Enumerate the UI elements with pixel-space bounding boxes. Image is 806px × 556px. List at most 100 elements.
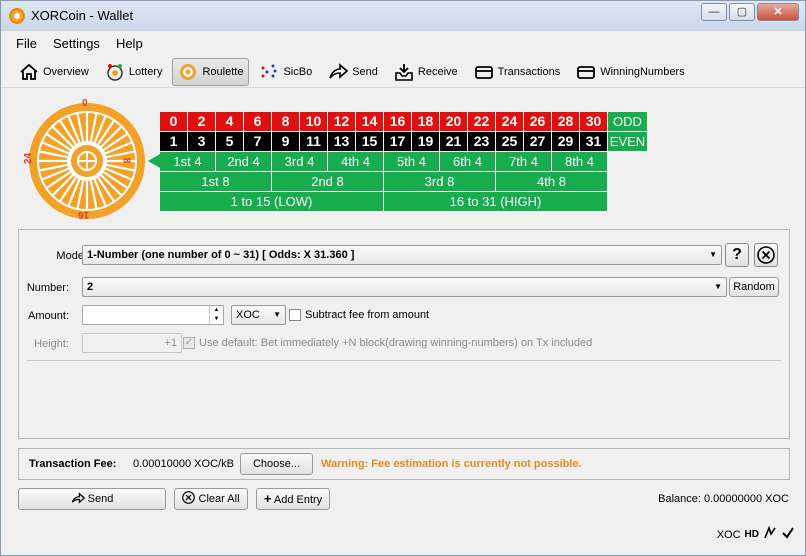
bet-number-cell[interactable]: 16 (384, 112, 411, 131)
bet-eighth-cell[interactable]: 4th 8 (496, 172, 607, 191)
bet-odd-cell[interactable]: ODD (608, 112, 647, 131)
status-unit[interactable]: XOC (717, 529, 741, 541)
bet-number-cell[interactable]: 2 (188, 112, 215, 131)
bet-even-cell[interactable]: EVEN (608, 132, 647, 151)
bet-fourth-cell[interactable]: 8th 4 (552, 152, 607, 171)
clear-all-button[interactable]: Clear All (174, 488, 248, 510)
clear-row-button[interactable] (754, 243, 778, 267)
bet-number-cell[interactable]: 7 (244, 132, 271, 151)
bet-number-cell[interactable]: 13 (328, 132, 355, 151)
balance-value: 0.00000000 XOC (703, 493, 789, 505)
menu-file[interactable]: File (16, 36, 37, 51)
bet-number-cell[interactable]: 17 (384, 132, 411, 151)
bet-number-cell[interactable]: 8 (272, 112, 299, 131)
bet-number-cell[interactable]: 22 (468, 112, 495, 131)
bet-form-panel: Mode: 1-Number (one number of 0 ~ 31) [ … (18, 229, 790, 439)
bet-number-cell[interactable]: 1 (160, 132, 187, 151)
tab-lottery[interactable]: Lottery (99, 58, 169, 86)
lottery-icon (105, 62, 125, 82)
mode-label: Mode: (56, 250, 87, 262)
bet-number-cell[interactable]: 18 (412, 112, 439, 131)
number-select[interactable]: 2 ▼ (82, 277, 727, 297)
bet-number-cell[interactable]: 30 (580, 112, 607, 131)
bet-number-cell[interactable]: 3 (188, 132, 215, 151)
bet-half-cell[interactable]: 16 to 31 (HIGH) (384, 192, 607, 211)
number-label: Number: (26, 282, 69, 294)
winning-numbers-icon (576, 62, 596, 82)
amount-input[interactable]: ▲ ▼ (82, 305, 224, 325)
add-entry-button[interactable]: + Add Entry (256, 488, 330, 510)
bet-eighth-cell[interactable]: 3rd 8 (384, 172, 495, 191)
bet-fourth-cell[interactable]: 3rd 4 (272, 152, 327, 171)
choose-fee-button[interactable]: Choose... (240, 453, 313, 475)
maximize-button[interactable]: ▢ (729, 3, 755, 21)
menu-settings[interactable]: Settings (53, 36, 100, 51)
mode-select[interactable]: 1-Number (one number of 0 ~ 31) [ Odds: … (82, 245, 722, 265)
bet-number-cell[interactable]: 4 (216, 112, 243, 131)
close-button[interactable]: ✕ (757, 3, 799, 21)
spinner-icon[interactable]: ▲ ▼ (209, 306, 223, 324)
bet-fourth-cell[interactable]: 2nd 4 (216, 152, 271, 171)
unit-select[interactable]: XOC ▼ (231, 305, 286, 325)
balance: Balance: 0.00000000 XOC (658, 493, 789, 505)
tab-overview[interactable]: Overview (13, 58, 95, 86)
random-button[interactable]: Random (729, 277, 779, 297)
bet-number-cell[interactable]: 25 (496, 132, 523, 151)
bet-number-cell[interactable]: 14 (356, 112, 383, 131)
bet-number-cell[interactable]: 6 (244, 112, 271, 131)
tab-receive[interactable]: Receive (388, 58, 464, 86)
bet-eighth-cell[interactable]: 2nd 8 (272, 172, 383, 191)
bet-number-cell[interactable]: 11 (300, 132, 327, 151)
even-numbers-row: 0 2 4 6 8 10 12 14 16 18 20 22 24 26 28 30 ODD (160, 112, 648, 131)
bet-number-cell[interactable]: 19 (412, 132, 439, 151)
transactions-icon (474, 62, 494, 82)
divider (27, 360, 781, 361)
wallet-window: XORCoin - Wallet — ▢ ✕ File Settings Hel… (0, 0, 806, 556)
height-input[interactable]: +1 (82, 333, 182, 353)
tab-transactions[interactable]: Transactions (468, 58, 567, 86)
bet-number-cell[interactable]: 15 (356, 132, 383, 151)
bet-number-cell[interactable]: 0 (160, 112, 187, 131)
fee-value: 0.00010000 XOC/kB (133, 458, 234, 470)
wheel-label-bottom: 16 (78, 209, 90, 220)
bet-fourth-cell[interactable]: 4th 4 (328, 152, 383, 171)
toolbar: Overview Lottery Roulette SicBo Send Rec… (1, 56, 805, 88)
odd-numbers-row: 1 3 5 7 9 11 13 15 17 19 21 23 25 27 29 31 EVEN (160, 132, 648, 151)
wheel-label-left: 24 (23, 152, 35, 165)
tab-sicbo[interactable]: SicBo (253, 58, 318, 86)
bet-number-cell[interactable]: 26 (524, 112, 551, 131)
tab-send[interactable]: Send (322, 58, 384, 86)
tab-winningnumbers[interactable]: WinningNumbers (570, 58, 690, 86)
bet-fourth-cell[interactable]: 5th 4 (384, 152, 439, 171)
bet-number-cell[interactable]: 5 (216, 132, 243, 151)
bet-number-cell[interactable]: 31 (580, 132, 607, 151)
bet-number-cell[interactable]: 12 (328, 112, 355, 131)
bet-number-cell[interactable]: 28 (552, 112, 579, 131)
minimize-button[interactable]: — (701, 3, 727, 21)
bet-eighth-cell[interactable]: 1st 8 (160, 172, 271, 191)
bet-number-cell[interactable]: 9 (272, 132, 299, 151)
hd-icon: HD (744, 529, 759, 540)
close-circle-icon (757, 246, 775, 264)
tab-receive-label: Receive (417, 65, 458, 78)
send-button[interactable]: Send (18, 488, 166, 510)
bet-number-cell[interactable]: 23 (468, 132, 495, 151)
help-button[interactable]: ? (725, 243, 749, 267)
bet-half-cell[interactable]: 1 to 15 (LOW) (160, 192, 383, 211)
home-icon (19, 62, 39, 82)
menu-help[interactable]: Help (116, 36, 143, 51)
bet-number-cell[interactable]: 24 (496, 112, 523, 131)
bet-fourth-cell[interactable]: 7th 4 (496, 152, 551, 171)
bet-fourth-cell[interactable]: 1st 4 (160, 152, 215, 171)
bet-number-cell[interactable]: 29 (552, 132, 579, 151)
use-default-checkbox[interactable]: ✓ (183, 337, 195, 349)
bet-fourth-cell[interactable]: 6th 4 (440, 152, 495, 171)
tab-sicbo-label: SicBo (283, 65, 313, 78)
tab-roulette[interactable]: Roulette (172, 57, 250, 86)
subtract-fee-checkbox[interactable] (289, 309, 301, 321)
bet-number-cell[interactable]: 21 (440, 132, 467, 151)
bet-number-cell[interactable]: 10 (300, 112, 327, 131)
bet-number-cell[interactable]: 20 (440, 112, 467, 131)
tab-roulette-label: Roulette (202, 65, 244, 78)
bet-number-cell[interactable]: 27 (524, 132, 551, 151)
